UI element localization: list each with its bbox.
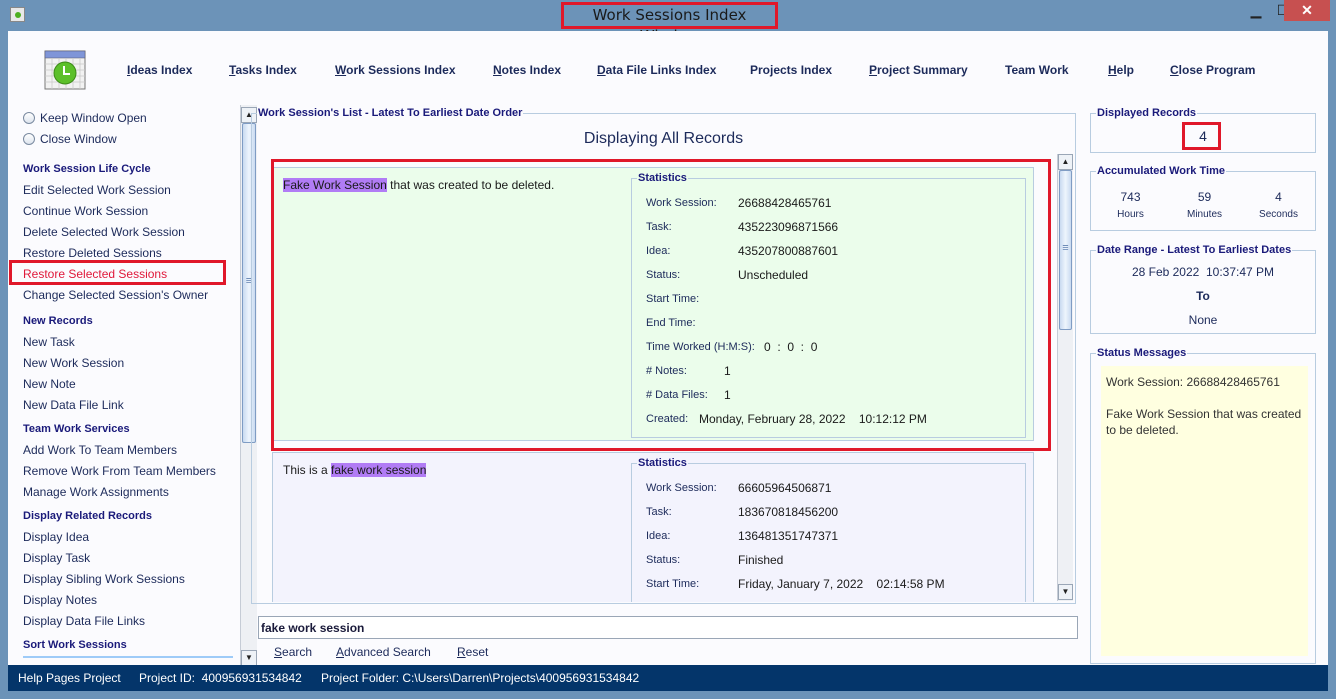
sidebar-item-delete-selected[interactable]: Delete Selected Work Session bbox=[23, 225, 185, 239]
scroll-up-arrow[interactable]: ▲ bbox=[1058, 154, 1073, 170]
range-from: 28 Feb 2022 10:37:47 PM bbox=[1131, 265, 1275, 279]
sidebar-item-change-owner[interactable]: Change Selected Session's Owner bbox=[23, 288, 208, 302]
reset-button[interactable]: Reset bbox=[457, 645, 488, 659]
sort-all-sessions-option[interactable]: All Sessions bbox=[23, 656, 233, 658]
scroll-down-arrow[interactable]: ▼ bbox=[241, 650, 257, 666]
highlight-box bbox=[271, 159, 1051, 451]
sidebar-item-new-task[interactable]: New Task bbox=[23, 335, 75, 349]
sidebar-item-new-work-session[interactable]: New Work Session bbox=[23, 356, 124, 370]
section-title: Sort Work Sessions bbox=[23, 639, 127, 651]
title-bar: Work Sessions Index Window ▁ ☐ ✕ bbox=[0, 0, 1336, 45]
sidebar-item-new-note[interactable]: New Note bbox=[23, 377, 76, 391]
statistics-group: Statistics Work Session: 66605964506871 … bbox=[631, 457, 1026, 602]
sidebar: Keep Window Open Close Window Work Sessi… bbox=[8, 105, 240, 658]
status-bar: Help Pages Project Project ID: 400956931… bbox=[8, 665, 1328, 691]
close-button[interactable]: ✕ bbox=[1284, 0, 1330, 21]
nav-ideas-index[interactable]: Ideas Index bbox=[127, 63, 192, 77]
nav-team-work[interactable]: Team Work bbox=[1005, 63, 1069, 77]
search-button[interactable]: Search bbox=[274, 645, 312, 659]
section-title: Display Related Records bbox=[23, 510, 152, 522]
radio-button[interactable] bbox=[23, 133, 35, 145]
window-title: Work Sessions Index Window bbox=[561, 2, 778, 45]
hours-value: 743 bbox=[1120, 190, 1141, 204]
scroll-down-arrow[interactable]: ▼ bbox=[1058, 584, 1073, 600]
accumulated-work-time-group: Accumulated Work Time 743 Hours 59 Minut… bbox=[1090, 165, 1316, 231]
work-session-id: 66605964506871 bbox=[738, 481, 832, 495]
displaying-heading: Displaying All Records bbox=[583, 130, 744, 147]
idea-id: 136481351747371 bbox=[738, 529, 839, 543]
sidebar-item-manage-assignments[interactable]: Manage Work Assignments bbox=[23, 485, 169, 499]
scroll-thumb[interactable] bbox=[1059, 170, 1072, 330]
sidebar-item-display-data-file-links[interactable]: Display Data File Links bbox=[23, 614, 145, 628]
nav-project-summary[interactable]: Project Summary bbox=[869, 63, 968, 77]
highlight-box bbox=[9, 260, 226, 285]
keep-window-open-radio[interactable]: Keep Window Open bbox=[23, 111, 147, 125]
record-description: This is a fake work session bbox=[283, 463, 427, 477]
radio-button[interactable] bbox=[23, 112, 35, 124]
nav-tasks-index[interactable]: Tasks Index bbox=[229, 63, 297, 77]
search-input[interactable] bbox=[258, 616, 1078, 639]
section-title: Team Work Services bbox=[23, 423, 130, 435]
top-nav: Ideas Index Tasks Index Work Sessions In… bbox=[8, 31, 1328, 103]
advanced-search-button[interactable]: Advanced Search bbox=[336, 645, 431, 659]
sidebar-item-restore-deleted[interactable]: Restore Deleted Sessions bbox=[23, 246, 162, 260]
project-id: Project ID: 400956931534842 bbox=[139, 671, 302, 685]
sidebar-item-add-work[interactable]: Add Work To Team Members bbox=[23, 443, 177, 457]
sidebar-item-new-data-file-link[interactable]: New Data File Link bbox=[23, 398, 124, 412]
sidebar-item-display-siblings[interactable]: Display Sibling Work Sessions bbox=[23, 572, 185, 586]
nav-projects-index[interactable]: Projects Index bbox=[750, 63, 832, 77]
task-id: 183670818456200 bbox=[738, 505, 839, 519]
section-title: New Records bbox=[23, 315, 93, 327]
nav-notes-index[interactable]: Notes Index bbox=[493, 63, 561, 77]
work-session-list-group: Work Session's List - Latest To Earliest… bbox=[251, 107, 1076, 604]
nav-work-sessions-index[interactable]: Work Sessions Index bbox=[335, 63, 456, 77]
sidebar-item-remove-work[interactable]: Remove Work From Team Members bbox=[23, 464, 216, 478]
calendar-clock-icon bbox=[44, 50, 86, 90]
record-card[interactable]: This is a fake work session Statistics W… bbox=[272, 452, 1034, 602]
highlight-box bbox=[1182, 122, 1221, 150]
status-message-box: Work Session: 26688428465761 Fake Work S… bbox=[1101, 366, 1308, 656]
nav-data-file-links-index[interactable]: Data File Links Index bbox=[597, 63, 716, 77]
nav-help[interactable]: Help bbox=[1108, 63, 1134, 77]
sidebar-item-display-notes[interactable]: Display Notes bbox=[23, 593, 97, 607]
start-time-value: Friday, January 7, 2022 02:14:58 PM bbox=[738, 577, 945, 591]
status-messages-group: Status Messages Work Session: 2668842846… bbox=[1090, 347, 1316, 664]
minimize-button[interactable]: ▁ bbox=[1243, 0, 1269, 21]
sidebar-item-edit-selected[interactable]: Edit Selected Work Session bbox=[23, 183, 171, 197]
project-name: Help Pages Project bbox=[18, 671, 121, 685]
date-range-group: Date Range - Latest To Earliest Dates 28… bbox=[1090, 244, 1316, 334]
seconds-value: 4 bbox=[1275, 190, 1282, 204]
section-title: Work Session Life Cycle bbox=[23, 163, 151, 175]
nav-close-program[interactable]: Close Program bbox=[1170, 63, 1255, 77]
sidebar-item-display-task[interactable]: Display Task bbox=[23, 551, 90, 565]
project-folder: Project Folder: C:\Users\Darren\Projects… bbox=[321, 671, 640, 685]
close-window-radio[interactable]: Close Window bbox=[23, 132, 117, 146]
sidebar-item-continue[interactable]: Continue Work Session bbox=[23, 204, 148, 218]
window-client: Ideas Index Tasks Index Work Sessions In… bbox=[8, 31, 1328, 691]
app-icon[interactable] bbox=[10, 7, 25, 22]
group-title: Work Session's List - Latest To Earliest… bbox=[257, 107, 524, 119]
minutes-value: 59 bbox=[1197, 190, 1212, 204]
range-to: None bbox=[1188, 313, 1218, 327]
status-value: Finished bbox=[738, 553, 784, 567]
records-scrollbar[interactable]: ▲ ▼ bbox=[1057, 154, 1073, 601]
sidebar-item-display-idea[interactable]: Display Idea bbox=[23, 530, 89, 544]
